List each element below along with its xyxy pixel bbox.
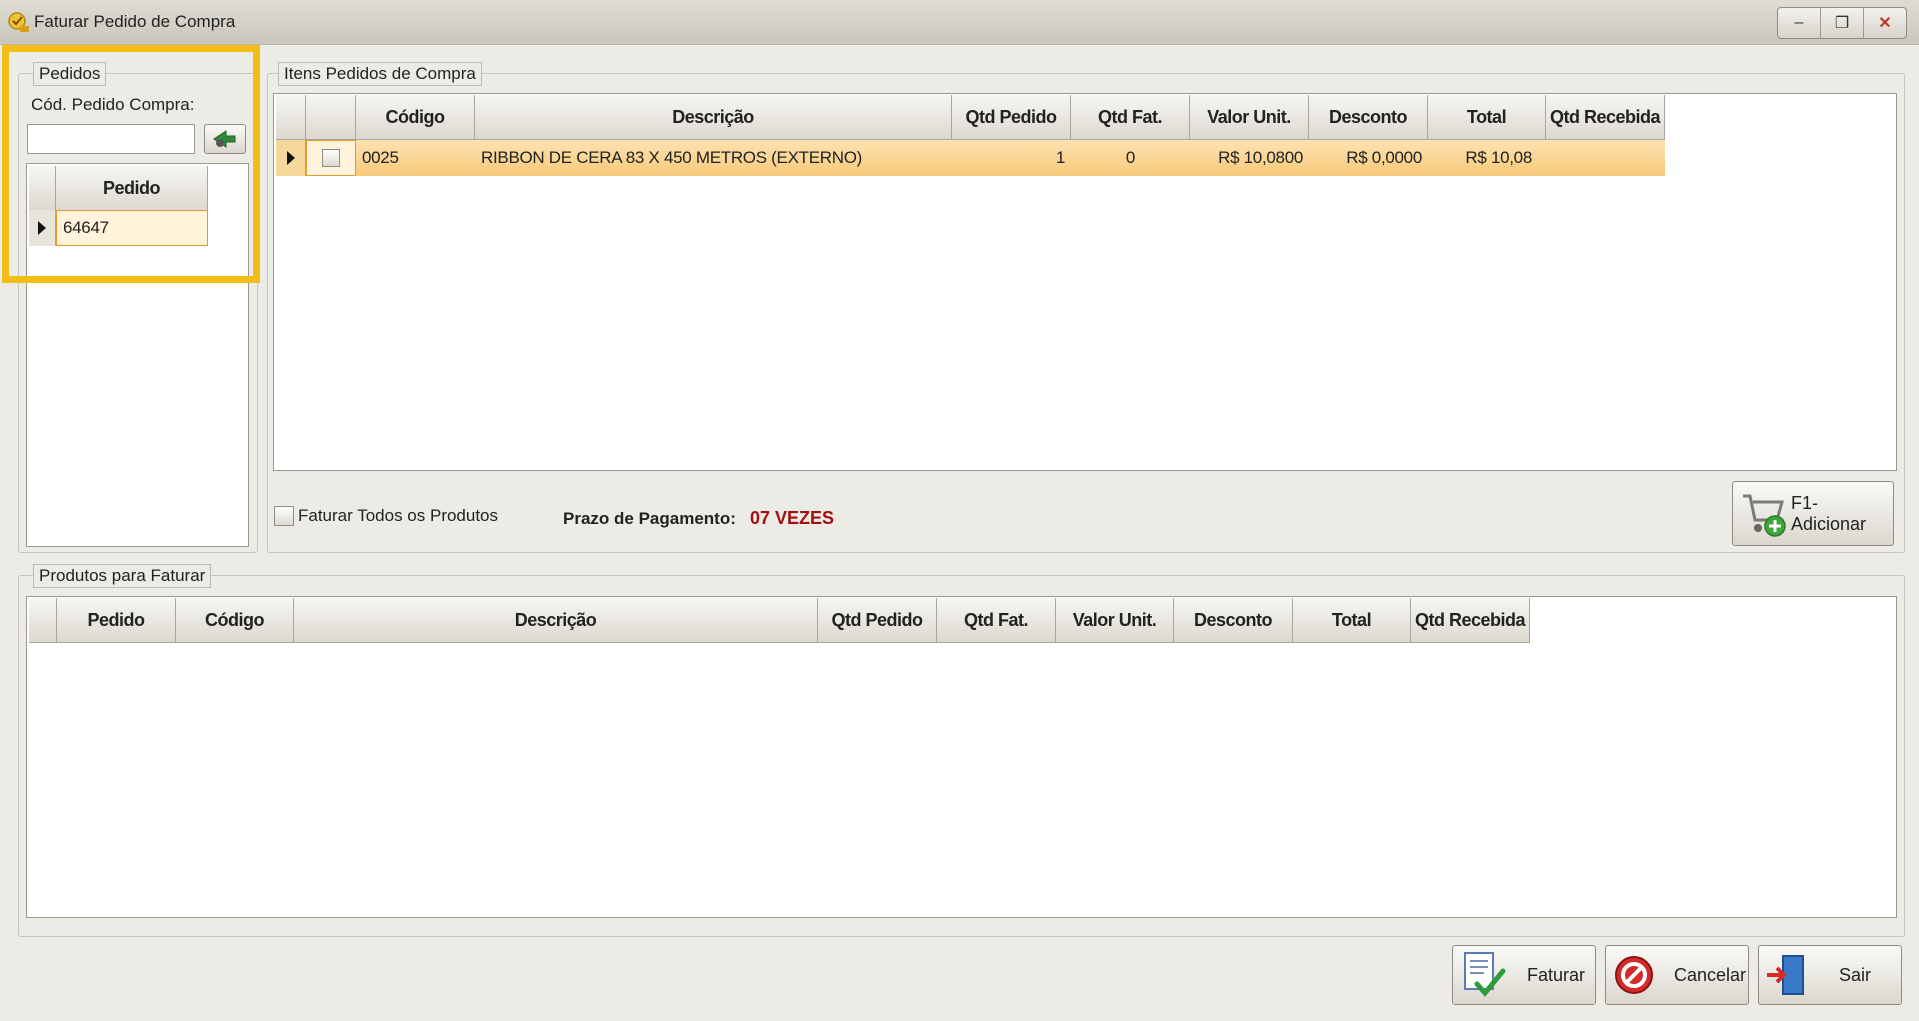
- col-valor-unit[interactable]: Valor Unit.: [1190, 95, 1309, 139]
- cell-codigo: 0025: [362, 148, 399, 167]
- cell-desconto: R$ 0,0000: [1346, 148, 1422, 167]
- row-select-checkbox-cell[interactable]: [306, 140, 356, 176]
- invoice-check-icon: [1464, 952, 1506, 997]
- minimize-button[interactable]: –: [1778, 8, 1821, 38]
- faturar-button[interactable]: Faturar: [1452, 945, 1596, 1005]
- col-total[interactable]: Total: [1428, 95, 1546, 139]
- cancel-icon: [1615, 956, 1653, 994]
- col-qtd-fat[interactable]: Qtd Fat.: [937, 598, 1056, 642]
- prazo-value: 07 VEZES: [750, 508, 835, 528]
- col-pedido[interactable]: Pedido: [57, 598, 176, 642]
- col-descricao[interactable]: Descrição: [294, 598, 818, 642]
- cell-qtd-pedido: 1: [1055, 148, 1065, 167]
- cancelar-label: Cancelar: [1674, 964, 1747, 985]
- col-desconto[interactable]: Desconto: [1174, 598, 1293, 642]
- col-checkbox: [306, 95, 356, 139]
- col-qtd-pedido[interactable]: Qtd Pedido: [952, 95, 1071, 139]
- itens-grid-header: Código Descrição Qtd Pedido Qtd Fat. Val…: [276, 95, 1665, 140]
- exit-door-icon: [1767, 955, 1804, 995]
- cell-qtd-fat[interactable]: 0: [1071, 140, 1190, 176]
- sair-label: Sair: [1839, 964, 1872, 985]
- itens-grid: Código Descrição Qtd Pedido Qtd Fat. Val…: [273, 93, 1897, 471]
- cancelar-button[interactable]: Cancelar: [1605, 945, 1749, 1005]
- window-title: Faturar Pedido de Compra: [34, 12, 236, 31]
- row-select-checkbox[interactable]: [322, 149, 340, 167]
- itens-row[interactable]: 0025 RIBBON DE CERA 83 X 450 METROS (EXT…: [276, 140, 1665, 176]
- cell-qtd-recebida: [1546, 140, 1665, 176]
- cart-add-icon: [1742, 494, 1786, 537]
- title-bar: Faturar Pedido de Compra – ❐ ✕: [0, 0, 1919, 45]
- cell-descricao: RIBBON DE CERA 83 X 450 METROS (EXTERNO): [481, 148, 862, 167]
- prazo-label: Prazo de Pagamento:: [563, 509, 736, 528]
- col-qtd-recebida[interactable]: Qtd Recebida: [1546, 95, 1665, 139]
- sair-button[interactable]: Sair: [1758, 945, 1902, 1005]
- app-icon: [8, 12, 29, 32]
- faturar-label: Faturar: [1527, 964, 1586, 985]
- produtos-grid-header: Pedido Código Descrição Qtd Pedido Qtd F…: [29, 598, 1530, 643]
- col-codigo[interactable]: Código: [356, 95, 475, 139]
- adicionar-label: F1-Adicionar: [1790, 492, 1867, 534]
- row-header-corner: [29, 598, 57, 642]
- col-qtd-recebida[interactable]: Qtd Recebida: [1411, 598, 1530, 642]
- faturar-todos-label[interactable]: Faturar Todos os Produtos: [298, 506, 498, 526]
- col-valor-unit[interactable]: Valor Unit.: [1056, 598, 1174, 642]
- col-descricao[interactable]: Descrição: [475, 95, 952, 139]
- produtos-legend: Produtos para Faturar: [33, 564, 212, 588]
- restore-button[interactable]: ❐: [1821, 8, 1864, 38]
- col-total[interactable]: Total: [1293, 598, 1411, 642]
- window-controls: – ❐ ✕: [1777, 7, 1907, 39]
- col-qtd-pedido[interactable]: Qtd Pedido: [818, 598, 937, 642]
- row-pointer-icon: [286, 151, 295, 165]
- cell-valor-unit: R$ 10,0800: [1218, 148, 1303, 167]
- cell-total: R$ 10,08: [1465, 148, 1532, 167]
- col-qtd-fat[interactable]: Qtd Fat.: [1071, 95, 1190, 139]
- close-button[interactable]: ✕: [1864, 8, 1906, 38]
- produtos-grid: Pedido Código Descrição Qtd Pedido Qtd F…: [26, 596, 1897, 918]
- col-desconto[interactable]: Desconto: [1309, 95, 1428, 139]
- row-header-corner: [276, 95, 306, 139]
- adicionar-button[interactable]: F1-Adicionar: [1732, 481, 1894, 546]
- faturar-todos-checkbox[interactable]: [274, 506, 294, 526]
- itens-legend: Itens Pedidos de Compra: [278, 62, 482, 86]
- highlight-box: [2, 45, 260, 283]
- row-selector[interactable]: [276, 140, 306, 176]
- col-codigo[interactable]: Código: [176, 598, 294, 642]
